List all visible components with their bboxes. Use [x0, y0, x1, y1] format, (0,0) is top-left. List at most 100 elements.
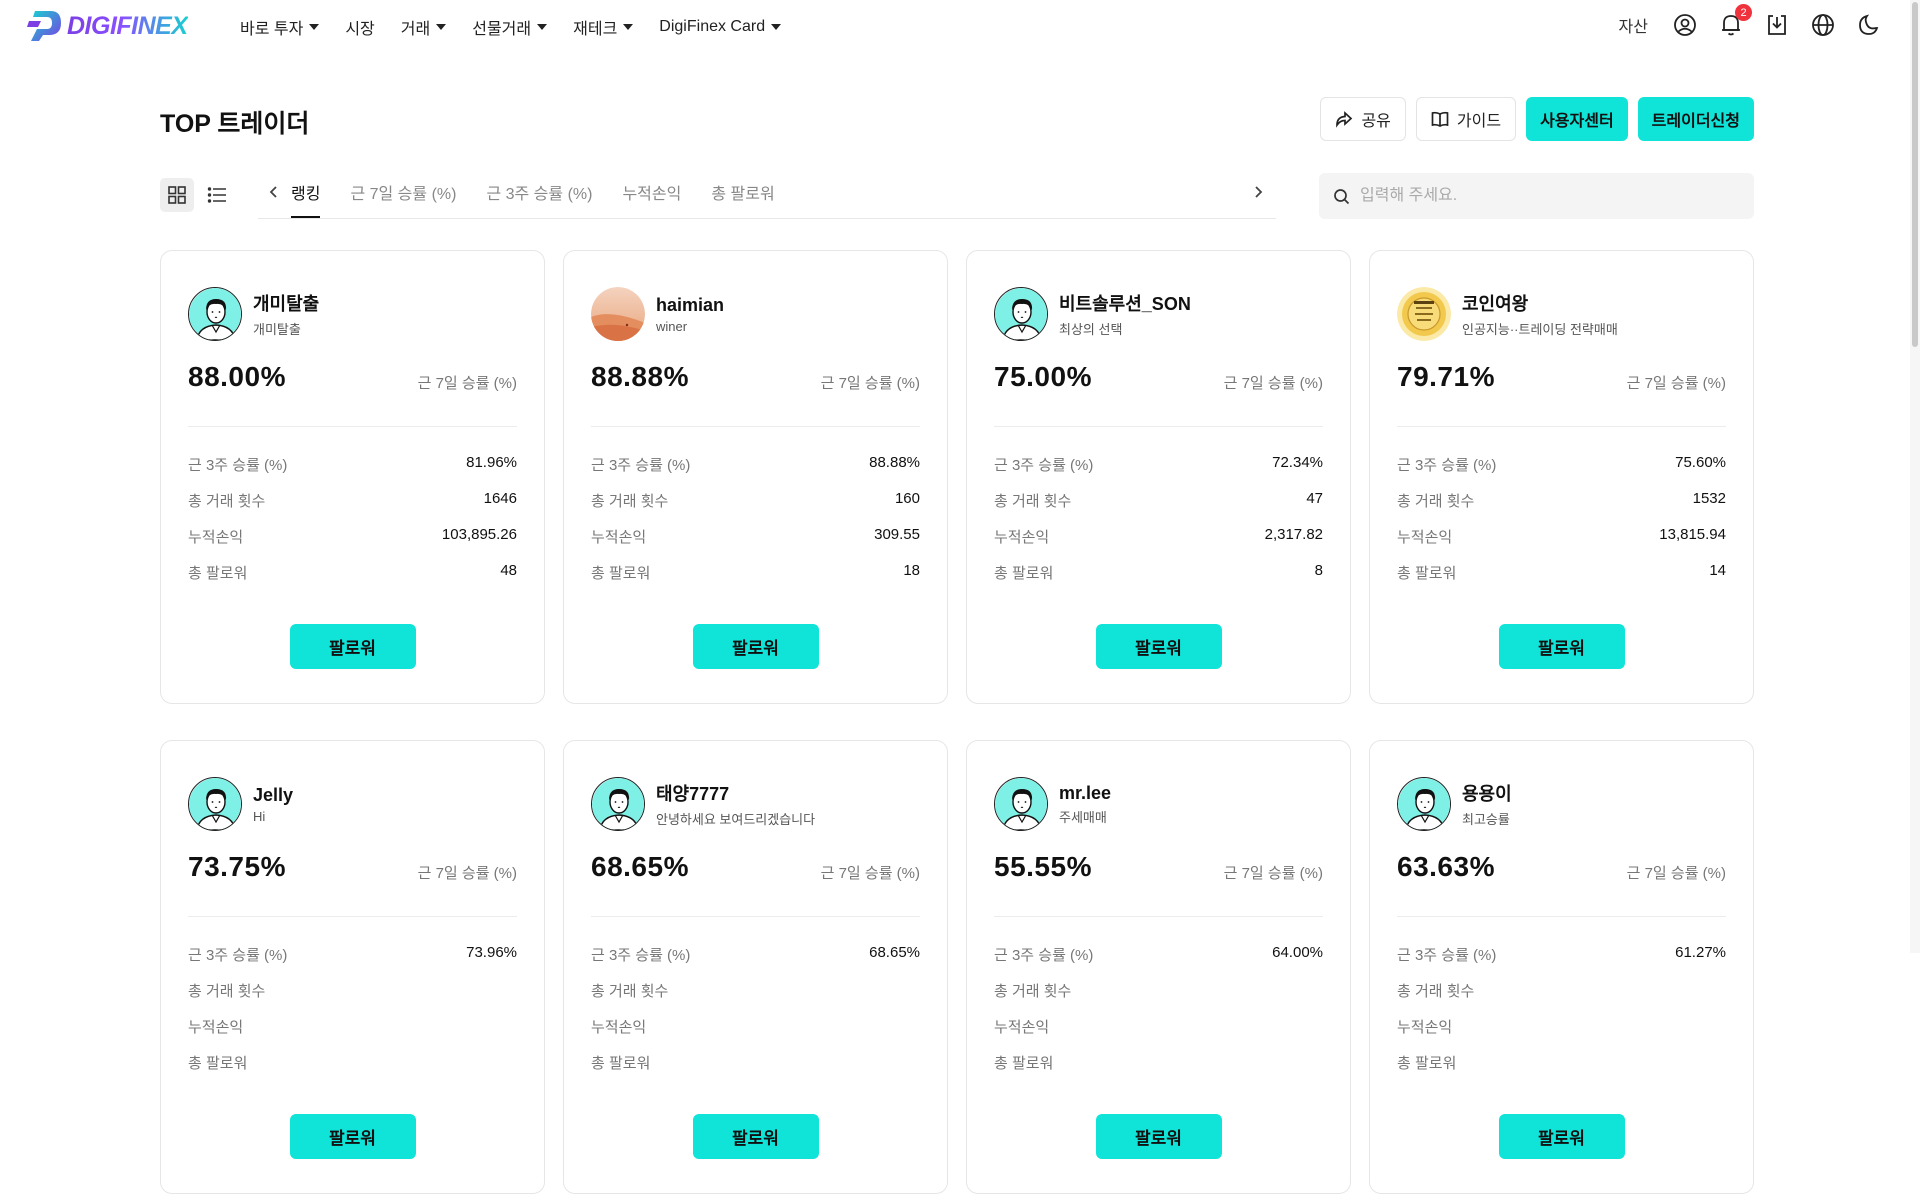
trader-name[interactable]: 비트솔루션_SON — [1059, 290, 1191, 316]
tab-list: 랭킹 근 7일 승률 (%) 근 3주 승률 (%) 누적손익 총 팔로워 — [291, 180, 775, 218]
stat-row-3week: 근 3주 승률 (%) 64.00% — [994, 944, 1323, 980]
stat-row-followers: 총 팔로워 8 — [994, 562, 1323, 598]
moon-icon[interactable] — [1856, 12, 1882, 38]
follow-button[interactable]: 팔로워 — [289, 1114, 416, 1159]
user-center-button[interactable]: 사용자센터 — [1526, 97, 1628, 141]
stat-row-3week: 근 3주 승률 (%) 68.65% — [591, 944, 920, 980]
tab-total-followers[interactable]: 총 팔로워 — [711, 180, 774, 218]
stat-value: 8 — [1314, 562, 1323, 579]
stat-value: 81.96% — [466, 454, 517, 471]
follow-button[interactable]: 팔로워 — [1498, 1114, 1625, 1159]
trader-card[interactable]: mr.lee 주세매매 55.55% 근 7일 승률 (%) 근 3주 승률 (… — [966, 740, 1351, 1194]
follow-button[interactable]: 팔로워 — [1095, 624, 1222, 669]
trader-tagline: 인공지능··트레이딩 전략매매 — [1462, 322, 1618, 337]
stat-label: 총 팔로워 — [1397, 1055, 1457, 1072]
nav-card[interactable]: DigiFinex Card — [659, 15, 782, 39]
assets-link[interactable]: 자산 — [1619, 13, 1648, 37]
seven-day-winrate-label: 근 7일 승률 (%) — [1223, 865, 1323, 882]
trader-card[interactable]: 개미탈출 개미탈출 88.00% 근 7일 승률 (%) 근 3주 승률 (%)… — [160, 250, 545, 704]
seven-day-winrate-value: 88.88% — [591, 361, 689, 392]
search-input[interactable] — [1360, 187, 1740, 205]
chevron-left-icon[interactable] — [264, 182, 284, 202]
trader-card[interactable]: Jelly Hi 73.75% 근 7일 승률 (%) 근 3주 승률 (%) 7… — [160, 740, 545, 1194]
nav-label: DigiFinex Card — [659, 18, 766, 35]
download-icon[interactable] — [1764, 12, 1790, 38]
avatar-photo — [1397, 287, 1451, 341]
nav-label: 재테크 — [573, 21, 618, 38]
ranking-tabs: 랭킹 근 7일 승률 (%) 근 3주 승률 (%) 누적손익 총 팔로워 — [258, 172, 1276, 219]
tab-ranking[interactable]: 랭킹 — [291, 180, 321, 218]
top-right-tools: 자산 2 — [1619, 4, 1882, 38]
scroll-thumb[interactable] — [1912, 2, 1918, 347]
trader-name[interactable]: 개미탈출 — [253, 290, 319, 316]
stat-row-3week: 근 3주 승률 (%) 88.88% — [591, 454, 920, 490]
trader-card[interactable]: 용용이 최고승률 63.63% 근 7일 승률 (%) 근 3주 승률 (%) 6… — [1369, 740, 1754, 1194]
trader-name[interactable]: 코인여왕 — [1462, 290, 1618, 316]
nav-futures[interactable]: 선물거래 — [472, 15, 548, 39]
trader-stats: 근 3주 승률 (%) 61.27% 총 거래 횟수 누적손익 총 팔로워 — [1397, 944, 1726, 1088]
stat-label: 근 3주 승률 (%) — [994, 457, 1094, 474]
tab-3week-winrate[interactable]: 근 3주 승률 (%) — [486, 180, 592, 218]
seven-day-winrate-value: 75.00% — [994, 361, 1092, 392]
page-scrollbar[interactable] — [1910, 0, 1920, 953]
seven-day-winrate-label: 근 7일 승률 (%) — [820, 865, 920, 882]
view-toggle — [160, 178, 234, 212]
chevron-right-icon[interactable] — [1248, 182, 1268, 202]
globe-icon[interactable] — [1810, 12, 1836, 38]
follow-button[interactable]: 팔로워 — [289, 624, 416, 669]
bell-icon[interactable]: 2 — [1718, 4, 1752, 38]
user-icon[interactable] — [1672, 12, 1698, 38]
trader-card[interactable]: 비트솔루션_SON 최상의 선택 75.00% 근 7일 승률 (%) 근 3주… — [966, 250, 1351, 704]
stat-label: 총 거래 횟수 — [994, 983, 1072, 1000]
stat-row-total-trades: 총 거래 횟수 160 — [591, 490, 920, 526]
follow-button[interactable]: 팔로워 — [692, 1114, 819, 1159]
trader-name[interactable]: Jelly — [253, 785, 293, 806]
trader-header: haimian winer — [591, 287, 724, 341]
seven-day-winrate-value: 73.75% — [188, 851, 286, 882]
trader-header: mr.lee 주세매매 — [994, 777, 1111, 831]
trader-card[interactable]: 코인여왕 인공지능··트레이딩 전략매매 79.71% 근 7일 승률 (%) … — [1369, 250, 1754, 704]
stat-row-cum-pnl: 누적손익 — [188, 1016, 517, 1052]
trader-name[interactable]: mr.lee — [1059, 783, 1111, 804]
nav-quick-invest[interactable]: 바로 투자 — [240, 15, 320, 39]
nav-trade[interactable]: 거래 — [401, 15, 447, 39]
seven-day-winrate-value: 79.71% — [1397, 361, 1495, 392]
nav-market[interactable]: 시장 — [345, 15, 374, 39]
header-actions: 공유 가이드 사용자센터 트레이더신청 — [1320, 97, 1754, 141]
trader-name[interactable]: 태양7777 — [656, 780, 815, 806]
trader-tagline: 주세매매 — [1059, 809, 1107, 825]
stat-label: 근 3주 승률 (%) — [1397, 947, 1497, 964]
stat-value: 14 — [1709, 562, 1726, 579]
seven-day-winrate-value: 63.63% — [1397, 851, 1495, 882]
grid-view-button[interactable] — [160, 178, 194, 212]
nav-finance[interactable]: 재테크 — [573, 15, 634, 39]
brand-logo[interactable]: DIGIFINEX — [27, 9, 188, 43]
trader-name[interactable]: haimian — [656, 295, 724, 316]
follow-button[interactable]: 팔로워 — [1095, 1114, 1222, 1159]
stat-label: 누적손익 — [1397, 1019, 1453, 1036]
stat-row-total-trades: 총 거래 횟수 — [188, 980, 517, 1016]
nav-label: 선물거래 — [472, 21, 532, 38]
trader-name[interactable]: 용용이 — [1462, 780, 1512, 806]
list-view-button[interactable] — [200, 178, 234, 212]
seven-day-winrate-value: 55.55% — [994, 851, 1092, 882]
stat-row-total-trades: 총 거래 횟수 — [994, 980, 1323, 1016]
trader-stats: 근 3주 승률 (%) 88.88% 총 거래 횟수 160 누적손익 309.55 … — [591, 454, 920, 598]
share-button[interactable]: 공유 — [1320, 97, 1406, 141]
trader-card[interactable]: 태양7777 안녕하세요 보여드리겠습니다 68.65% 근 7일 승률 (%)… — [563, 740, 948, 1194]
caret-down-icon — [309, 24, 320, 30]
apply-trader-button[interactable]: 트레이더신청 — [1637, 97, 1754, 141]
guide-button[interactable]: 가이드 — [1415, 97, 1517, 141]
trader-header: 비트솔루션_SON 최상의 선택 — [994, 287, 1191, 341]
tab-cumulative-pnl[interactable]: 누적손익 — [622, 180, 681, 218]
guide-label: 가이드 — [1456, 113, 1502, 130]
trader-tagline: 최고승률 — [1462, 812, 1510, 827]
follow-button[interactable]: 팔로워 — [692, 624, 819, 669]
trader-card[interactable]: haimian winer 88.88% 근 7일 승률 (%) 근 3주 승률… — [563, 250, 948, 704]
brand-wordmark: DIGIFINEX — [67, 11, 188, 40]
trader-header: 태양7777 안녕하세요 보여드리겠습니다 — [591, 777, 815, 831]
stat-row-followers: 총 팔로워 — [994, 1052, 1323, 1088]
follow-button[interactable]: 팔로워 — [1498, 624, 1625, 669]
digifinex-logo-icon — [27, 11, 61, 41]
tab-7day-winrate[interactable]: 근 7일 승률 (%) — [350, 180, 456, 218]
